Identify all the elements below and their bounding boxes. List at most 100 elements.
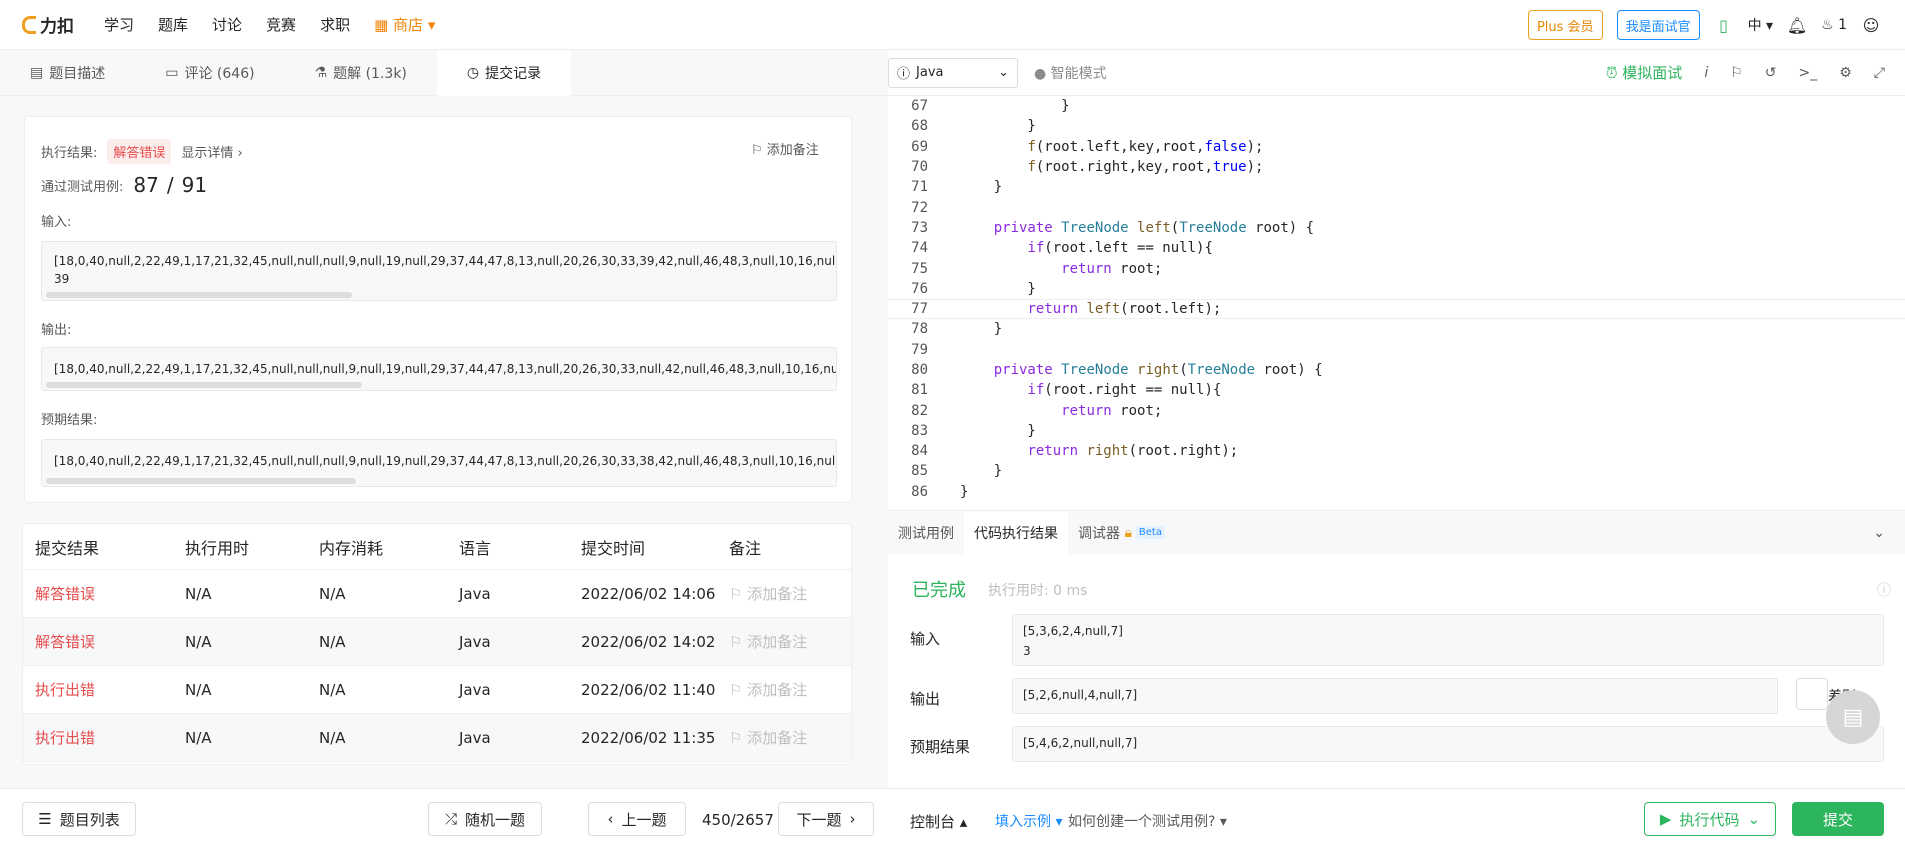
tab-label: 提交记录 (485, 66, 542, 82)
notebook-fab[interactable]: ▤ (1826, 690, 1880, 744)
input-line-1: [18,0,40,null,2,22,49,1,17,21,32,45,null… (54, 254, 837, 268)
code-text: private TreeNode left(TreeNode root) { (993, 219, 1315, 236)
row-memory: N/A (319, 680, 346, 699)
tab-comments[interactable]: ▭ 评论 (646) (135, 50, 284, 96)
info-italic-icon[interactable]: i (1704, 65, 1708, 81)
row-status[interactable]: 解答错误 (23, 631, 185, 652)
tab-description[interactable]: ▤ 题目描述 (0, 50, 135, 96)
lock-icon: 🔒︎ (1124, 524, 1132, 541)
row-note-label: 添加备注 (747, 681, 808, 699)
prev-button[interactable]: ‹ 上一题 (588, 802, 686, 836)
bell-icon[interactable]: 🔔︎ (1787, 15, 1807, 35)
nav-link-contest[interactable]: 竞赛 (266, 14, 296, 35)
interviewer-button[interactable]: 我是面试官 (1616, 10, 1700, 40)
how-to-link[interactable]: 如何创建一个测试用例? ▾ (1068, 811, 1227, 831)
nav-link-learn[interactable]: 学习 (104, 14, 134, 35)
language-switch[interactable]: 中 ▾ (1748, 15, 1773, 35)
scrollbar[interactable] (46, 478, 356, 484)
console-label: 控制台 (910, 813, 956, 831)
problem-list-button[interactable]: ☰ 题目列表 (22, 802, 136, 836)
dot-icon: ● (1034, 65, 1047, 82)
row-add-note[interactable]: ⚐ 添加备注 (729, 727, 851, 748)
run-expected-label: 预期结果 (910, 738, 971, 756)
help-icon[interactable]: ⓘ (1877, 580, 1891, 600)
tab-submissions[interactable]: ◷ 提交记录 (436, 50, 572, 96)
top-nav: 力扣 学习 题库 讨论 竞赛 求职 ▦ 商店 ▾ Plus 会员 我是面试官 ▯… (0, 0, 1905, 50)
smart-mode-toggle[interactable]: ● 智能模式 (1034, 63, 1107, 83)
language-select[interactable]: ⓘ Java ⌄ (888, 57, 1018, 88)
table-row[interactable]: 执行出错 N/A N/A Java 2022/06/02 11:35 ⚐ 添加备… (23, 714, 851, 762)
chevron-down-icon: ▾ (1766, 18, 1774, 34)
beta-badge: Beta (1135, 526, 1165, 539)
plus-button[interactable]: Plus 会员 (1527, 10, 1603, 40)
flag-icon[interactable]: ⚐ (1730, 65, 1743, 81)
random-button[interactable]: ⤮ 随机一题 (428, 802, 542, 836)
flag-icon: ⚐ (729, 729, 743, 747)
output-box[interactable]: [18,0,40,null,2,22,49,1,17,21,32,45,null… (41, 347, 837, 391)
row-date: 2022/06/02 14:06 (581, 584, 716, 603)
row-add-note[interactable]: ⚐ 添加备注 (729, 583, 851, 604)
scrollbar[interactable] (46, 382, 362, 388)
show-details-link[interactable]: 显示详情 › (181, 146, 242, 161)
code-line: 75 return root; (888, 258, 1905, 278)
diff-toggle[interactable] (1796, 678, 1828, 710)
phone-icon[interactable]: ▯ (1714, 15, 1734, 35)
input-box[interactable]: [18,0,40,null,2,22,49,1,17,21,32,45,null… (41, 241, 837, 301)
row-add-note[interactable]: ⚐ 添加备注 (729, 631, 851, 652)
next-button[interactable]: 下一题 › (778, 802, 874, 836)
code-editor[interactable]: 67 } 68 } 69 f(root.left,key,root,false)… (888, 96, 1905, 510)
submit-button[interactable]: 提交 (1792, 802, 1884, 836)
settings-icon[interactable]: ⚙ (1839, 65, 1852, 81)
logo[interactable]: 力扣 (22, 12, 74, 37)
code-line: 68 } (888, 116, 1905, 136)
how-to-label: 如何创建一个测试用例? (1068, 814, 1216, 830)
run-input-box[interactable]: [5,3,6,2,4,null,7] 3 (1012, 614, 1884, 666)
code-text: } (960, 463, 1003, 480)
add-note-button[interactable]: ⚐ 添加备注 (751, 139, 819, 158)
run-input-label: 输入 (910, 630, 941, 648)
run-code-button[interactable]: ▶ 执行代码 ⌄ (1644, 802, 1776, 836)
row-status[interactable]: 执行出错 (23, 727, 185, 748)
tab-debugger[interactable]: 调试器 🔒︎ Beta (1068, 511, 1175, 555)
reset-icon[interactable]: ↺ (1765, 65, 1777, 81)
expected-box[interactable]: [18,0,40,null,2,22,49,1,17,21,32,45,null… (41, 439, 837, 487)
scrollbar[interactable] (46, 292, 352, 298)
expected-value: [18,0,40,null,2,22,49,1,17,21,32,45,null… (54, 454, 837, 468)
table-row[interactable]: 解答错误 N/A N/A Java 2022/06/02 14:06 ⚐ 添加备… (23, 570, 851, 618)
row-status[interactable]: 解答错误 (23, 583, 185, 604)
table-row[interactable]: 解答错误 N/A N/A Java 2022/06/02 14:02 ⚐ 添加备… (23, 618, 851, 666)
code-text: if(root.right == null){ (1027, 382, 1222, 399)
total-count: 91 (181, 173, 208, 197)
tab-solutions[interactable]: ⚗ 题解 (1.3k) (285, 50, 437, 96)
run-output-box: [5,2,6,null,4,null,7] (1012, 678, 1778, 714)
fire-counter[interactable]: ♨ 1 (1821, 17, 1847, 33)
terminal-icon[interactable]: >_ (1799, 65, 1818, 81)
output-value: [18,0,40,null,2,22,49,1,17,21,32,45,null… (54, 362, 837, 376)
avatar[interactable]: ☺ (1861, 15, 1881, 35)
nav-link-discuss[interactable]: 讨论 (212, 14, 242, 35)
doc-icon: ▤ (30, 65, 44, 81)
test-panel-tabs: 测试用例 代码执行结果 调试器 🔒︎ Beta ⌄ (888, 510, 1905, 555)
nav-link-jobs[interactable]: 求职 (320, 14, 350, 35)
code-text: private TreeNode right(TreeNode root) { (993, 362, 1323, 378)
tab-testcase[interactable]: 测试用例 (888, 511, 964, 555)
chevron-down-icon: ⌄ (998, 65, 1009, 80)
code-text: return right(root.right); (1027, 443, 1239, 460)
code-line: 84 return right(root.right); (888, 441, 1905, 461)
console-toggle[interactable]: 控制台 ▴ (910, 811, 967, 832)
add-note-label: 添加备注 (766, 143, 819, 158)
tab-run-result[interactable]: 代码执行结果 (964, 510, 1068, 555)
row-status[interactable]: 执行出错 (23, 679, 185, 700)
run-result-panel: 已完成 执行用时: 0 ms ⓘ 输入 [5,3,6,2,4,null,7] 3… (888, 554, 1905, 788)
row-add-note[interactable]: ⚐ 添加备注 (729, 679, 851, 700)
line-number: 76 (911, 280, 928, 297)
collapse-icon[interactable]: ⌄ (1873, 525, 1885, 541)
fill-example-button[interactable]: 填入示例 ▾ (995, 811, 1062, 831)
nav-link-problems[interactable]: 题库 (158, 14, 188, 35)
mock-interview-button[interactable]: ⏰︎ 模拟面试 (1606, 62, 1683, 83)
table-row[interactable]: 执行出错 N/A N/A Java 2022/06/02 11:40 ⚐ 添加备… (23, 666, 851, 714)
fullscreen-icon[interactable]: ⤢ (1874, 65, 1885, 81)
info-icon: ⓘ (897, 67, 911, 82)
nav-link-shop[interactable]: ▦ 商店 ▾ (374, 14, 435, 35)
line-number: 72 (911, 199, 928, 216)
